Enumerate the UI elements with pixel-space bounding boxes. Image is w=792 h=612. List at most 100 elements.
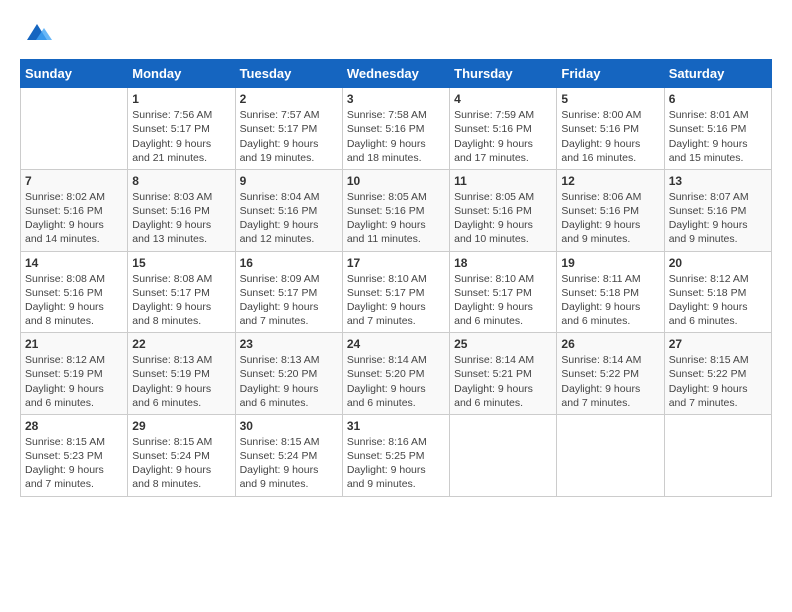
calendar-cell: 4 Sunrise: 7:59 AMSunset: 5:16 PMDaylight… (450, 88, 557, 170)
calendar-cell: 9Sunrise: 8:04 AMSunset: 5:16 PMDaylight… (235, 169, 342, 251)
calendar-cell: 19 Sunrise: 8:11 AMSunset: 5:18 PMDayligh… (557, 251, 664, 333)
calendar-cell: 3 Sunrise: 7:58 AMSunset: 5:16 PMDaylight… (342, 88, 449, 170)
calendar-cell: 20 Sunrise: 8:12 AMSunset: 5:18 PMDayligh… (664, 251, 771, 333)
day-number: 19 (561, 256, 659, 270)
day-number: 31 (347, 419, 445, 433)
day-number: 24 (347, 337, 445, 351)
calendar-cell: 2 Sunrise: 7:57 AMSunset: 5:17 PMDaylight… (235, 88, 342, 170)
day-number: 3 (347, 92, 445, 106)
column-header-monday: Monday (128, 60, 235, 88)
day-info: Sunrise: 8:00 AMSunset: 5:16 PMDaylight:… (561, 108, 659, 165)
calendar-cell: 28Sunrise: 8:15 AMSunset: 5:23 PMDayligh… (21, 414, 128, 496)
calendar-cell: 15 Sunrise: 8:08 AMSunset: 5:17 PMDayligh… (128, 251, 235, 333)
day-info: Sunrise: 8:07 AMSunset: 5:16 PMDaylight:… (669, 190, 767, 247)
day-number: 12 (561, 174, 659, 188)
day-number: 9 (240, 174, 338, 188)
day-number: 5 (561, 92, 659, 106)
day-number: 13 (669, 174, 767, 188)
calendar-cell: 27 Sunrise: 8:15 AMSunset: 5:22 PMDayligh… (664, 333, 771, 415)
calendar-cell: 12 Sunrise: 8:06 AMSunset: 5:16 PMDayligh… (557, 169, 664, 251)
day-number: 29 (132, 419, 230, 433)
calendar-header-row: SundayMondayTuesdayWednesdayThursdayFrid… (21, 60, 772, 88)
column-header-sunday: Sunday (21, 60, 128, 88)
day-info: Sunrise: 8:12 AMSunset: 5:18 PMDaylight:… (669, 272, 767, 329)
calendar-table: SundayMondayTuesdayWednesdayThursdayFrid… (20, 59, 772, 496)
day-info: Sunrise: 8:13 AMSunset: 5:19 PMDaylight:… (132, 353, 230, 410)
day-number: 23 (240, 337, 338, 351)
day-info: Sunrise: 8:05 AMSunset: 5:16 PMDaylight:… (454, 190, 552, 247)
day-info: Sunrise: 8:01 AMSunset: 5:16 PMDaylight:… (669, 108, 767, 165)
column-header-wednesday: Wednesday (342, 60, 449, 88)
day-info: Sunrise: 8:15 AMSunset: 5:24 PMDaylight:… (132, 435, 230, 492)
day-number: 11 (454, 174, 552, 188)
column-header-tuesday: Tuesday (235, 60, 342, 88)
calendar-cell (557, 414, 664, 496)
week-row-1: 1 Sunrise: 7:56 AMSunset: 5:17 PMDaylight… (21, 88, 772, 170)
day-number: 25 (454, 337, 552, 351)
day-number: 4 (454, 92, 552, 106)
day-number: 20 (669, 256, 767, 270)
day-info: Sunrise: 8:08 AMSunset: 5:16 PMDaylight:… (25, 272, 123, 329)
day-info: Sunrise: 8:15 AMSunset: 5:24 PMDaylight:… (240, 435, 338, 492)
day-info: Sunrise: 8:16 AMSunset: 5:25 PMDaylight:… (347, 435, 445, 492)
day-number: 14 (25, 256, 123, 270)
day-info: Sunrise: 7:57 AMSunset: 5:17 PMDaylight:… (240, 108, 338, 165)
day-info: Sunrise: 8:10 AMSunset: 5:17 PMDaylight:… (454, 272, 552, 329)
day-info: Sunrise: 7:58 AMSunset: 5:16 PMDaylight:… (347, 108, 445, 165)
day-number: 16 (240, 256, 338, 270)
calendar-cell (664, 414, 771, 496)
calendar-cell: 31 Sunrise: 8:16 AMSunset: 5:25 PMDayligh… (342, 414, 449, 496)
column-header-saturday: Saturday (664, 60, 771, 88)
calendar-cell: 7 Sunrise: 8:02 AMSunset: 5:16 PMDaylight… (21, 169, 128, 251)
calendar-cell: 5 Sunrise: 8:00 AMSunset: 5:16 PMDaylight… (557, 88, 664, 170)
day-info: Sunrise: 8:09 AMSunset: 5:17 PMDaylight:… (240, 272, 338, 329)
calendar-cell: 22 Sunrise: 8:13 AMSunset: 5:19 PMDayligh… (128, 333, 235, 415)
day-number: 28 (25, 419, 123, 433)
calendar-cell: 23 Sunrise: 8:13 AMSunset: 5:20 PMDayligh… (235, 333, 342, 415)
column-header-thursday: Thursday (450, 60, 557, 88)
calendar-cell: 30 Sunrise: 8:15 AMSunset: 5:24 PMDayligh… (235, 414, 342, 496)
calendar-cell: 6 Sunrise: 8:01 AMSunset: 5:16 PMDaylight… (664, 88, 771, 170)
day-number: 30 (240, 419, 338, 433)
day-info: Sunrise: 8:11 AMSunset: 5:18 PMDaylight:… (561, 272, 659, 329)
day-number: 15 (132, 256, 230, 270)
day-number: 17 (347, 256, 445, 270)
week-row-2: 7 Sunrise: 8:02 AMSunset: 5:16 PMDaylight… (21, 169, 772, 251)
day-info: Sunrise: 7:59 AMSunset: 5:16 PMDaylight:… (454, 108, 552, 165)
calendar-cell: 17 Sunrise: 8:10 AMSunset: 5:17 PMDayligh… (342, 251, 449, 333)
day-info: Sunrise: 8:14 AMSunset: 5:21 PMDaylight:… (454, 353, 552, 410)
calendar-cell: 1 Sunrise: 7:56 AMSunset: 5:17 PMDaylight… (128, 88, 235, 170)
day-info: Sunrise: 8:15 AMSunset: 5:22 PMDaylight:… (669, 353, 767, 410)
calendar-cell: 26Sunrise: 8:14 AMSunset: 5:22 PMDayligh… (557, 333, 664, 415)
day-number: 1 (132, 92, 230, 106)
day-number: 18 (454, 256, 552, 270)
calendar-cell: 21Sunrise: 8:12 AMSunset: 5:19 PMDayligh… (21, 333, 128, 415)
day-number: 7 (25, 174, 123, 188)
day-number: 22 (132, 337, 230, 351)
day-number: 8 (132, 174, 230, 188)
day-info: Sunrise: 8:14 AMSunset: 5:20 PMDaylight:… (347, 353, 445, 410)
day-number: 21 (25, 337, 123, 351)
day-info: Sunrise: 8:13 AMSunset: 5:20 PMDaylight:… (240, 353, 338, 410)
calendar-cell (21, 88, 128, 170)
day-info: Sunrise: 8:06 AMSunset: 5:16 PMDaylight:… (561, 190, 659, 247)
logo (20, 20, 52, 49)
calendar-cell: 8Sunrise: 8:03 AMSunset: 5:16 PMDaylight… (128, 169, 235, 251)
page-header (20, 20, 772, 49)
calendar-cell: 25 Sunrise: 8:14 AMSunset: 5:21 PMDayligh… (450, 333, 557, 415)
day-info: Sunrise: 8:02 AMSunset: 5:16 PMDaylight:… (25, 190, 123, 247)
day-info: Sunrise: 7:56 AMSunset: 5:17 PMDaylight:… (132, 108, 230, 165)
day-number: 2 (240, 92, 338, 106)
day-number: 6 (669, 92, 767, 106)
day-info: Sunrise: 8:05 AMSunset: 5:16 PMDaylight:… (347, 190, 445, 247)
day-info: Sunrise: 8:08 AMSunset: 5:17 PMDaylight:… (132, 272, 230, 329)
calendar-cell: 11 Sunrise: 8:05 AMSunset: 5:16 PMDayligh… (450, 169, 557, 251)
day-info: Sunrise: 8:10 AMSunset: 5:17 PMDaylight:… (347, 272, 445, 329)
day-number: 27 (669, 337, 767, 351)
logo-icon (22, 20, 52, 44)
calendar-cell: 24 Sunrise: 8:14 AMSunset: 5:20 PMDayligh… (342, 333, 449, 415)
day-number: 26 (561, 337, 659, 351)
week-row-3: 14 Sunrise: 8:08 AMSunset: 5:16 PMDayligh… (21, 251, 772, 333)
calendar-cell: 16 Sunrise: 8:09 AMSunset: 5:17 PMDayligh… (235, 251, 342, 333)
calendar-cell: 18 Sunrise: 8:10 AMSunset: 5:17 PMDayligh… (450, 251, 557, 333)
